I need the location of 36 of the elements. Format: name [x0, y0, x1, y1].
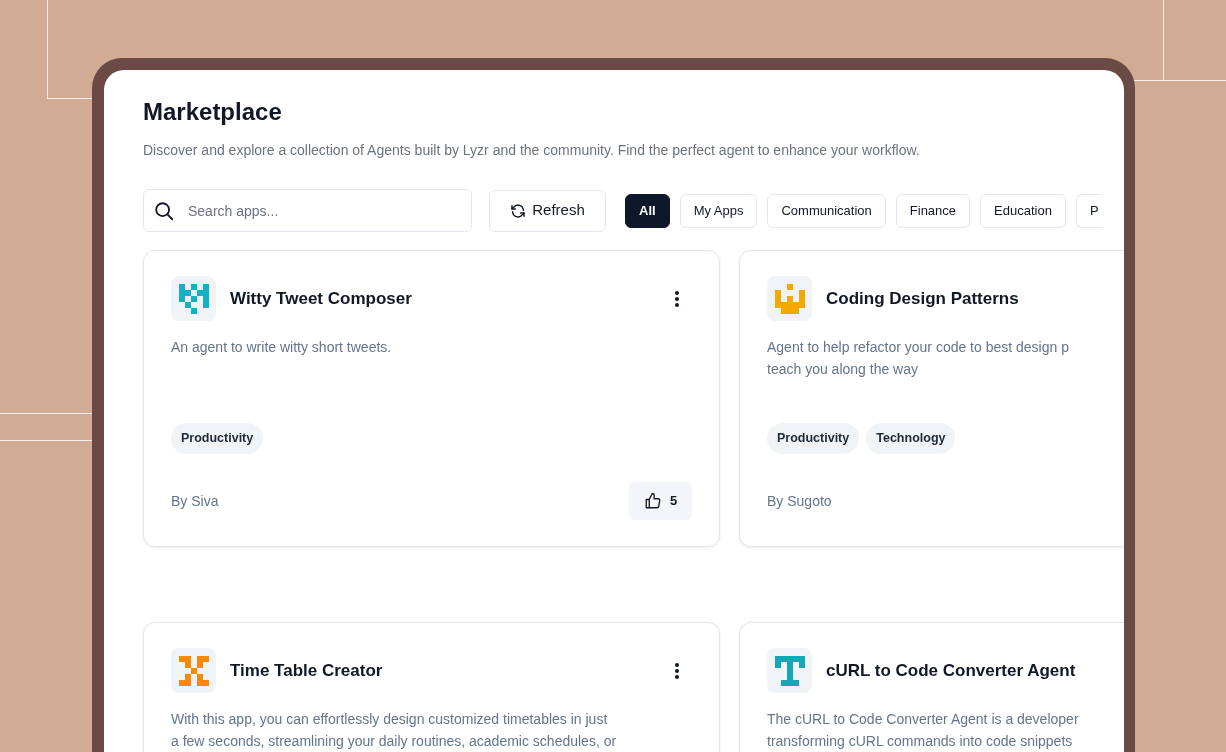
- search-icon: [153, 200, 175, 222]
- card-description: With this app, you can effortlessly design customized timetables in just: [171, 710, 608, 729]
- more-options-icon[interactable]: [675, 662, 679, 679]
- author-label: By Siva: [171, 491, 219, 511]
- card-description: Agent to help refactor your code to best design p: [767, 338, 1069, 357]
- refresh-icon: [510, 202, 527, 219]
- refresh-button[interactable]: Refresh: [489, 189, 606, 232]
- card-title: Time Table Creator: [230, 659, 383, 682]
- agent-card[interactable]: cURL to Code Converter Agent The cURL to Code Converter Agent is a developer transforming cURL commands into code snippets: [739, 622, 1124, 752]
- more-options-icon[interactable]: [675, 290, 679, 307]
- page-subtitle: Discover and explore a collection of Agents built by Lyzr and the community. Find the perfect agent to enhance your workflow.: [143, 141, 920, 160]
- agent-card[interactable]: Witty Tweet Composer An agent to write witty short tweets. Productivity By Siva 5: [143, 250, 720, 547]
- like-button[interactable]: 5: [629, 482, 692, 520]
- category-tag: Productivity: [171, 423, 264, 454]
- agent-card[interactable]: Coding Design Patterns Agent to help refactor your code to best design p teach you along the way Productivity Technology By Sugoto: [739, 250, 1124, 547]
- filter-chip[interactable]: All: [625, 193, 670, 228]
- filter-chip[interactable]: Finance: [895, 193, 971, 228]
- card-description: transforming cURL commands into code snippets: [767, 732, 1073, 751]
- page-title: Marketplace: [143, 97, 282, 127]
- card-description: An agent to write witty short tweets.: [171, 338, 392, 357]
- filter-chip[interactable]: My Apps: [679, 193, 758, 228]
- author-label: By Sugoto: [767, 491, 832, 511]
- card-title: Witty Tweet Composer: [230, 287, 412, 310]
- card-description: teach you along the way: [767, 360, 918, 379]
- search-field[interactable]: Search apps...: [143, 189, 472, 232]
- category-tag: Productivity: [767, 423, 860, 454]
- card-title: Coding Design Patterns: [826, 287, 1019, 310]
- filter-chip[interactable]: Communication: [767, 193, 886, 228]
- filter-chip[interactable]: Education: [980, 193, 1066, 228]
- card-description: a few seconds, streamlining your daily routines, academic schedules, or: [171, 732, 617, 751]
- filter-chip[interactable]: P: [1075, 193, 1102, 228]
- agent-card[interactable]: Time Table Creator With this app, you can effortlessly design customized timetables in just a few seconds, streamlining your daily routines, academic schedules, or: [143, 622, 720, 752]
- card-title: cURL to Code Converter Agent: [826, 659, 1076, 682]
- thumbs-up-icon: [643, 492, 662, 510]
- card-description: The cURL to Code Converter Agent is a developer: [767, 710, 1079, 729]
- category-tag: Technology: [866, 423, 956, 454]
